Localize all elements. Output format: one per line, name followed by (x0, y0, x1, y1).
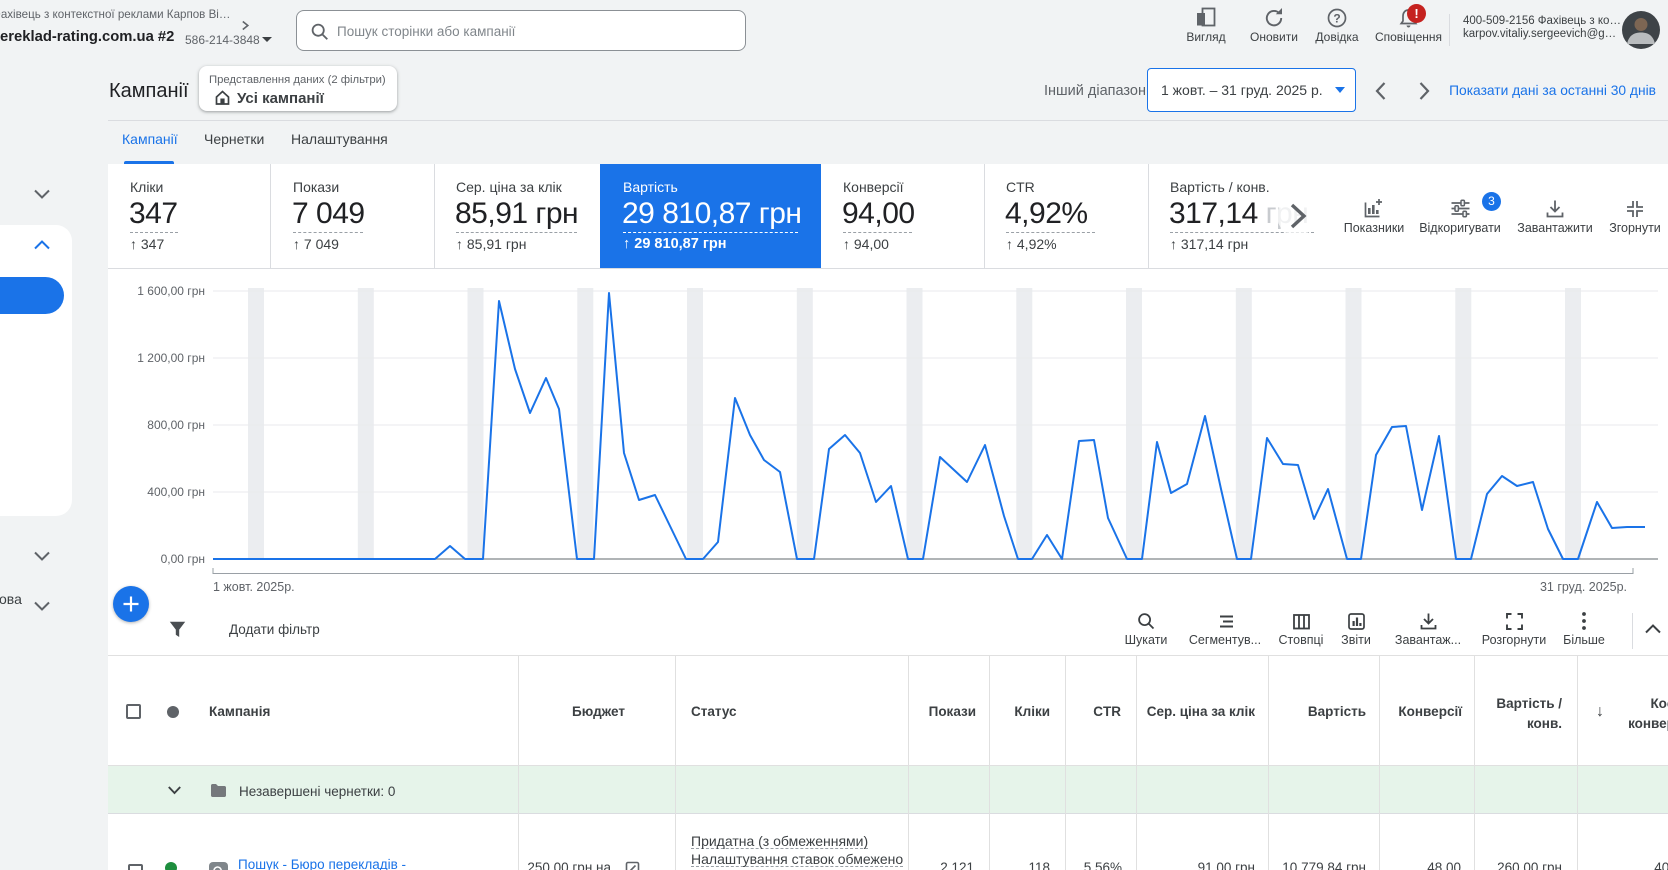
svg-text:?: ? (1333, 11, 1340, 25)
